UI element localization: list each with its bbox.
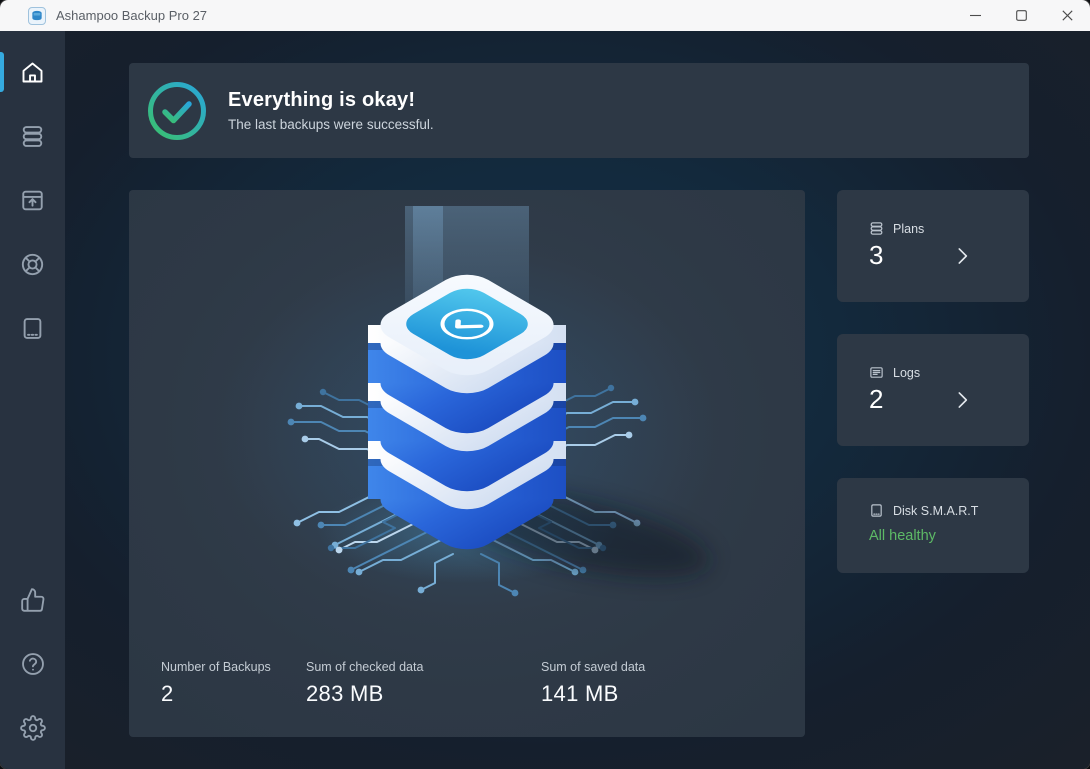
stat-checked-data: Sum of checked data 283 MB <box>306 660 541 707</box>
banner-title: Everything is okay! <box>228 89 434 112</box>
minimize-icon <box>970 10 981 21</box>
close-icon <box>1062 10 1073 21</box>
disk-icon <box>869 503 884 518</box>
backup-plans-stack-icon <box>19 123 46 150</box>
overview-card: Number of Backups 2 Sum of checked data … <box>129 190 805 737</box>
logs-count: 2 <box>869 384 883 415</box>
stat-value: 2 <box>161 681 306 707</box>
settings-gear-icon <box>20 715 46 741</box>
sidebar-item-rescue[interactable] <box>0 232 65 296</box>
plans-card[interactable]: Plans 3 <box>837 190 1029 302</box>
window-controls <box>952 0 1090 31</box>
stat-saved-data: Sum of saved data 141 MB <box>541 660 645 707</box>
server-stack-circuit-illustration <box>147 206 787 676</box>
logs-card[interactable]: Logs 2 <box>837 334 1029 446</box>
help-icon <box>20 651 46 677</box>
sidebar-item-help[interactable] <box>0 632 65 696</box>
banner-text: Everything is okay! The last backups wer… <box>228 89 434 132</box>
thumbs-up-icon <box>20 587 46 613</box>
chevron-right-icon[interactable] <box>949 243 975 269</box>
sidebar <box>0 31 65 769</box>
stack-icon <box>869 221 884 236</box>
titlebar-left: Ashampoo Backup Pro 27 <box>0 7 207 25</box>
maximize-button[interactable] <box>998 0 1044 31</box>
main-content: Everything is okay! The last backups wer… <box>65 31 1090 769</box>
stat-label: Sum of checked data <box>306 660 541 674</box>
close-button[interactable] <box>1044 0 1090 31</box>
check-circle-icon <box>146 80 208 142</box>
plans-card-label: Plans <box>893 222 924 236</box>
logs-icon <box>869 365 884 380</box>
window-title: Ashampoo Backup Pro 27 <box>56 8 207 23</box>
app-body: Everything is okay! The last backups wer… <box>0 31 1090 769</box>
disk-smart-status: All healthy <box>869 528 1005 544</box>
titlebar: Ashampoo Backup Pro 27 <box>0 0 1090 31</box>
stat-value: 141 MB <box>541 681 645 707</box>
sidebar-item-backup-plans[interactable] <box>0 104 65 168</box>
banner-subtitle: The last backups were successful. <box>228 117 434 132</box>
maximize-icon <box>1016 10 1027 21</box>
sidebar-item-home[interactable] <box>0 40 65 104</box>
rescue-lifebuoy-icon <box>19 251 46 278</box>
home-icon <box>19 59 46 86</box>
app-logo-icon <box>28 7 46 25</box>
minimize-button[interactable] <box>952 0 998 31</box>
stat-value: 283 MB <box>306 681 541 707</box>
stat-label: Number of Backups <box>161 660 306 674</box>
chevron-right-icon[interactable] <box>949 387 975 413</box>
plans-count: 3 <box>869 240 883 271</box>
overview-stats: Number of Backups 2 Sum of checked data … <box>161 660 645 707</box>
side-cards: Plans 3 <box>837 190 1029 737</box>
sidebar-item-settings[interactable] <box>0 696 65 760</box>
app-window: Ashampoo Backup Pro 27 <box>0 0 1090 769</box>
sidebar-item-disks[interactable] <box>0 296 65 360</box>
stat-number-of-backups: Number of Backups 2 <box>161 660 306 707</box>
disk-smart-card: Disk S.M.A.R.T All healthy <box>837 478 1029 573</box>
sidebar-spacer <box>0 360 65 568</box>
sidebar-item-restore[interactable] <box>0 168 65 232</box>
sidebar-item-rate[interactable] <box>0 568 65 632</box>
active-indicator <box>0 52 4 92</box>
logs-card-label: Logs <box>893 366 920 380</box>
status-banner: Everything is okay! The last backups wer… <box>129 63 1029 158</box>
disk-smart-card-label: Disk S.M.A.R.T <box>893 504 978 518</box>
restore-box-icon <box>19 187 46 214</box>
disk-icon <box>19 315 46 342</box>
stat-label: Sum of saved data <box>541 660 645 674</box>
